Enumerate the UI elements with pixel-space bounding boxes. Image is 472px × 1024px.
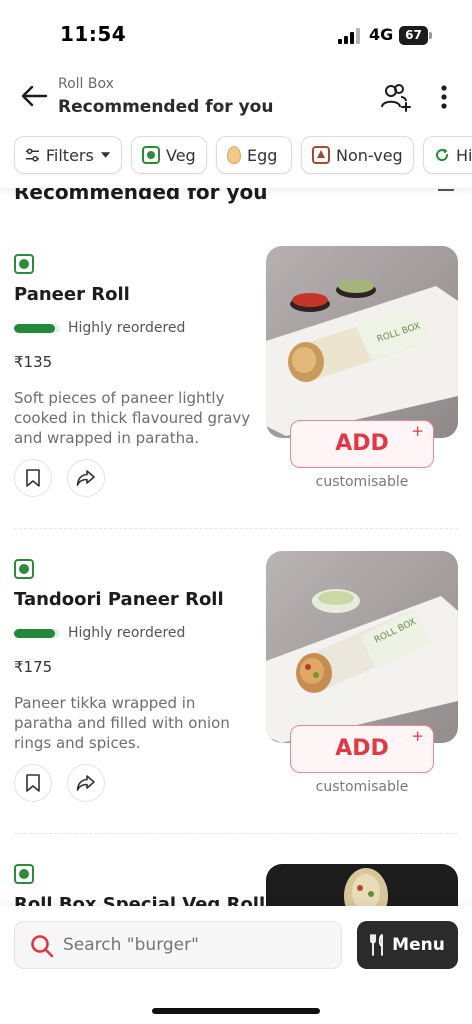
status-bar: 11:54 4G 67 bbox=[0, 0, 472, 66]
battery-icon: 67 bbox=[399, 26, 432, 45]
reorder-text: Highly reordered bbox=[68, 320, 186, 336]
food-image[interactable]: ROLL BOX bbox=[266, 551, 458, 743]
item-price: ₹135 bbox=[14, 353, 53, 371]
sliders-icon bbox=[25, 148, 39, 162]
paneer-roll-photo: ROLL BOX bbox=[266, 246, 458, 438]
egg-label: Egg bbox=[247, 145, 278, 165]
refresh-icon bbox=[436, 148, 449, 162]
nonveg-icon bbox=[312, 146, 330, 164]
menu-item: Tandoori Paneer Roll Highly reordered ₹1… bbox=[0, 551, 472, 859]
add-group-icon bbox=[381, 84, 411, 112]
filters-label: Filters bbox=[45, 145, 94, 165]
search-input[interactable] bbox=[63, 935, 323, 955]
filters-chip[interactable]: Filters bbox=[14, 136, 122, 174]
nonveg-label: Non-veg bbox=[336, 145, 403, 165]
status-time: 11:54 bbox=[60, 22, 127, 46]
highly-reordered-label: Hi bbox=[456, 145, 472, 165]
bookmark-icon bbox=[26, 469, 40, 487]
page-title: Recommended for you bbox=[58, 97, 274, 117]
more-options-button[interactable] bbox=[434, 82, 454, 112]
menu-label: Menu bbox=[392, 935, 445, 955]
veg-icon bbox=[14, 864, 34, 884]
bookmark-button[interactable] bbox=[14, 459, 52, 497]
veg-icon bbox=[14, 254, 34, 274]
item-price: ₹175 bbox=[14, 658, 53, 676]
item-name: Paneer Roll bbox=[14, 284, 130, 305]
bottom-bar: Menu bbox=[0, 906, 472, 1024]
egg-filter-chip[interactable]: Egg bbox=[216, 136, 292, 174]
veg-icon bbox=[142, 146, 160, 164]
share-icon bbox=[76, 470, 95, 486]
item-description: Paneer tikka wrapped in paratha and fill… bbox=[14, 694, 230, 752]
bookmark-icon bbox=[26, 774, 40, 792]
menu-item: Paneer Roll Highly reordered ₹135 Soft p… bbox=[0, 246, 472, 554]
network-label: 4G bbox=[369, 25, 394, 44]
egg-icon bbox=[227, 146, 241, 164]
collapse-icon[interactable] bbox=[438, 189, 454, 191]
reorder-bar bbox=[14, 629, 60, 638]
item-name: Tandoori Paneer Roll bbox=[14, 589, 224, 610]
reorder-text: Highly reordered bbox=[68, 625, 186, 641]
search-box[interactable] bbox=[14, 921, 342, 969]
filter-bar-shadow bbox=[0, 178, 472, 188]
bookmark-button[interactable] bbox=[14, 764, 52, 802]
customisable-label: customisable bbox=[315, 474, 409, 490]
customisable-label: customisable bbox=[315, 779, 409, 795]
item-description: Soft pieces of paneer lightly cooked in … bbox=[14, 389, 251, 447]
reorder-fill bbox=[14, 629, 56, 638]
section-heading: Recommended for you bbox=[14, 188, 268, 204]
menu-button[interactable]: Menu bbox=[357, 921, 458, 969]
veg-icon bbox=[14, 559, 34, 579]
back-button[interactable] bbox=[18, 82, 50, 110]
add-label: ADD bbox=[335, 431, 389, 456]
highly-reordered-filter-chip[interactable]: Hi bbox=[423, 136, 472, 174]
filter-bar: Filters Veg Egg Non-veg Hi bbox=[0, 134, 472, 178]
add-button[interactable]: ADD + bbox=[290, 420, 434, 468]
food-image[interactable]: ROLL BOX bbox=[266, 246, 458, 438]
group-order-button[interactable] bbox=[380, 82, 412, 112]
plus-icon: + bbox=[411, 422, 424, 440]
battery-level: 67 bbox=[405, 28, 422, 42]
share-icon bbox=[76, 775, 95, 791]
add-label: ADD bbox=[335, 736, 389, 761]
back-arrow-icon bbox=[21, 85, 48, 107]
cutlery-icon bbox=[370, 934, 384, 956]
divider bbox=[14, 833, 458, 834]
share-button[interactable] bbox=[67, 764, 105, 802]
section-heading-clip: Recommended for you bbox=[0, 188, 472, 208]
caret-down-icon bbox=[100, 152, 111, 158]
veg-filter-chip[interactable]: Veg bbox=[131, 136, 207, 174]
nonveg-filter-chip[interactable]: Non-veg bbox=[301, 136, 414, 174]
share-button[interactable] bbox=[67, 459, 105, 497]
home-indicator bbox=[152, 1008, 320, 1014]
reorder-fill bbox=[14, 324, 56, 333]
veg-label: Veg bbox=[166, 145, 196, 165]
more-vertical-icon bbox=[441, 85, 447, 109]
plus-icon: + bbox=[411, 727, 424, 745]
divider bbox=[14, 528, 458, 529]
search-icon bbox=[31, 935, 54, 958]
header: Roll Box Recommended for you bbox=[0, 66, 472, 128]
add-button[interactable]: ADD + bbox=[290, 725, 434, 773]
signal-icon bbox=[338, 28, 360, 44]
tandoori-paneer-roll-photo: ROLL BOX bbox=[266, 551, 458, 743]
reorder-bar bbox=[14, 324, 60, 333]
restaurant-name: Roll Box bbox=[58, 76, 114, 92]
